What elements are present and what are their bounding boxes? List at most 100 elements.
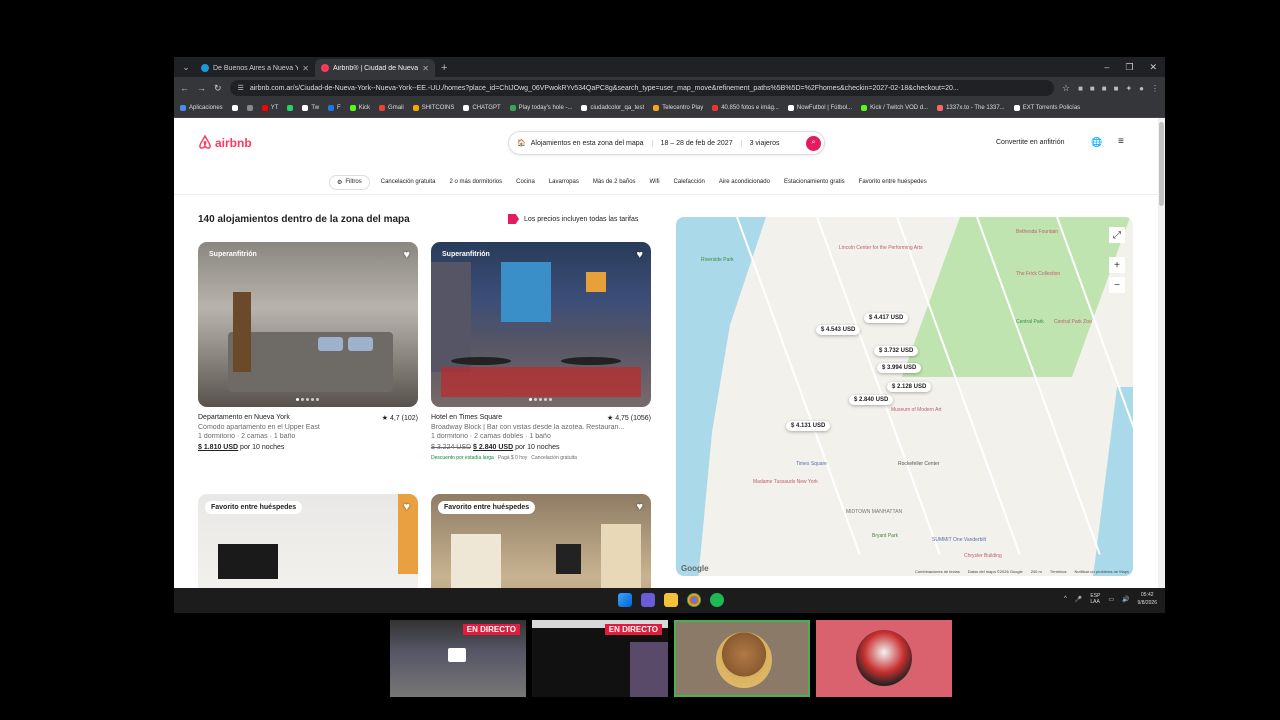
forward-icon[interactable]: → xyxy=(197,83,206,93)
chrome-menu-icon[interactable]: ⋮ xyxy=(1151,84,1159,93)
filter-chip[interactable]: Favorito entre huéspedes xyxy=(852,176,934,188)
close-window-icon[interactable]: ✕ xyxy=(1149,62,1157,73)
poi-label[interactable]: Times Square xyxy=(796,461,827,467)
listing-card[interactable]: Superanfitrión ♥ Hotel en Times Square ★… xyxy=(431,242,651,461)
close-icon[interactable]: ✕ xyxy=(302,64,309,73)
filter-chip[interactable]: Más de 2 baños xyxy=(586,176,643,188)
poi-label[interactable]: Bryant Park xyxy=(872,533,898,539)
search-button-icon[interactable]: ⌕ xyxy=(806,135,821,151)
listing-photo[interactable]: Superanfitrión ♥ xyxy=(198,242,418,407)
restore-icon[interactable]: ❐ xyxy=(1125,62,1133,73)
search-guests[interactable]: 3 viajeros xyxy=(740,139,788,147)
bookmark-whatsapp[interactable] xyxy=(287,105,294,111)
tab-buenos-aires[interactable]: De Buenos Aires a Nueva York ✕ xyxy=(195,59,315,77)
price-pin[interactable]: $ 4.543 USD xyxy=(816,325,861,335)
extension-icon[interactable]: ■ xyxy=(1102,84,1107,93)
filter-chip[interactable]: Calefacción xyxy=(667,176,712,188)
filter-chip[interactable]: Lavarropas xyxy=(542,176,586,188)
profile-avatar-icon[interactable]: ● xyxy=(1139,84,1144,93)
price-value[interactable]: $ 2.840 USD xyxy=(473,444,513,451)
bookmark-1337x[interactable]: 1337x.to - The 1337... xyxy=(937,105,1005,111)
price-pin[interactable]: $ 2.128 USD xyxy=(887,382,932,392)
bookmark-star-icon[interactable]: ☆ xyxy=(1062,83,1070,94)
price-pin[interactable]: $ 2.840 USD xyxy=(849,395,894,405)
airbnb-logo[interactable]: airbnb xyxy=(198,135,252,150)
close-icon[interactable]: ✕ xyxy=(422,64,429,73)
poi-label[interactable]: Central Park xyxy=(1016,319,1044,325)
price-pin[interactable]: $ 4.417 USD xyxy=(864,313,909,323)
poi-label[interactable]: Museum of Modern Art xyxy=(891,407,942,413)
new-tab-icon[interactable]: + xyxy=(435,62,453,74)
copilot-icon[interactable] xyxy=(641,593,655,607)
filter-chip[interactable]: 2 o más dormitorios xyxy=(442,176,509,188)
site-info-icon[interactable]: ☰ xyxy=(238,84,244,92)
stream-thumbnail[interactable]: EN DIRECTO xyxy=(390,620,526,697)
bookmark-kick-vod[interactable]: Kick / Twitch VOD d... xyxy=(861,105,928,111)
microphone-icon[interactable]: 🎤 xyxy=(1075,596,1082,603)
become-host-link[interactable]: Convertite en anfitrión xyxy=(996,139,1064,146)
bookmark-icon-only[interactable] xyxy=(231,105,238,111)
scrollbar-thumb[interactable] xyxy=(1159,122,1164,206)
map-scale[interactable]: 200 m xyxy=(1031,569,1042,574)
listing-card[interactable]: Favorito entre huéspedes ♥ xyxy=(198,494,418,588)
bookmark-apps[interactable]: Aplicaciones xyxy=(180,105,223,111)
bookmark-fotos[interactable]: 40.850 fotos e imág... xyxy=(712,105,779,111)
participant-tile[interactable] xyxy=(816,620,952,697)
filter-chip[interactable]: Aire acondicionado xyxy=(712,176,777,188)
map[interactable]: Lincoln Center for the Performing Arts R… xyxy=(676,217,1133,576)
extension-icon[interactable]: ■ xyxy=(1114,84,1119,93)
map-footer-link[interactable]: Términos xyxy=(1050,569,1067,574)
stream-thumbnail[interactable]: EN DIRECTO xyxy=(532,620,668,697)
price-pin[interactable]: $ 3.732 USD xyxy=(874,346,919,356)
poi-label[interactable]: Bethesda Fountain xyxy=(1016,229,1058,235)
bookmark-kick[interactable]: Kick xyxy=(349,105,370,111)
language-indicator[interactable]: ESP LAA xyxy=(1090,593,1100,605)
bookmark-f[interactable]: F xyxy=(328,105,341,111)
filter-chip[interactable]: Estacionamiento gratis xyxy=(777,176,852,188)
bookmark-ext-torrents[interactable]: EXT Torrents Policías xyxy=(1013,105,1080,111)
poi-label[interactable]: Rockefeller Center xyxy=(898,461,939,467)
heart-icon[interactable]: ♥ xyxy=(636,501,643,513)
bookmark-ciudadcolor[interactable]: ciudadcolor_qa_test xyxy=(581,105,644,111)
listing-photo[interactable]: Favorito entre huéspedes ♥ xyxy=(198,494,418,588)
filter-chip[interactable]: Cocina xyxy=(509,176,542,188)
price-value[interactable]: $ 1.810 USD xyxy=(198,444,238,451)
chrome-icon[interactable] xyxy=(687,593,701,607)
page-scrollbar[interactable] xyxy=(1158,118,1165,588)
spotify-icon[interactable] xyxy=(710,593,724,607)
file-explorer-icon[interactable] xyxy=(664,593,678,607)
filter-chip[interactable]: Wifi xyxy=(643,176,667,188)
search-where[interactable]: 🏠 Alojamientos en esta zona del mapa xyxy=(509,139,652,148)
poi-label[interactable]: The Frick Collection xyxy=(1016,271,1060,277)
url-input[interactable]: ☰ airbnb.com.ar/s/Ciudad-de-Nueva-York--… xyxy=(229,80,1054,96)
poi-label[interactable]: Riverside Park xyxy=(701,257,734,263)
network-icon[interactable]: ▭ xyxy=(1108,596,1114,603)
bookmark-yt[interactable]: YT xyxy=(261,105,278,111)
filters-button[interactable]: ⚙ Filtros xyxy=(329,174,370,190)
language-globe-icon[interactable]: 🌐 xyxy=(1091,137,1102,148)
listing-card[interactable]: Favorito entre huéspedes ♥ xyxy=(431,494,651,588)
heart-icon[interactable]: ♥ xyxy=(403,249,410,261)
poi-label[interactable]: Lincoln Center for the Performing Arts xyxy=(839,245,923,251)
chevron-up-icon[interactable]: ^ xyxy=(1064,596,1067,602)
poi-label[interactable]: Chrysler Building xyxy=(964,553,1002,559)
bookmark-play-hole[interactable]: Play today's hole -... xyxy=(509,105,572,111)
listing-photo[interactable]: Favorito entre huéspedes ♥ xyxy=(431,494,651,588)
filter-chip[interactable]: Cancelación gratuita xyxy=(374,176,443,188)
participant-tile[interactable] xyxy=(674,620,810,697)
price-pin[interactable]: $ 3.994 USD xyxy=(877,363,922,373)
price-pin[interactable]: $ 4.131 USD xyxy=(786,421,831,431)
clock[interactable]: 05:42 9/8/2026 xyxy=(1138,591,1157,607)
bookmark-tw[interactable]: Tw xyxy=(302,105,319,111)
extension-icon[interactable]: ■ xyxy=(1078,84,1083,93)
zoom-out-button[interactable]: − xyxy=(1109,277,1125,293)
minimize-icon[interactable]: – xyxy=(1104,62,1109,73)
extensions-puzzle-icon[interactable]: ✦ xyxy=(1125,84,1132,93)
poi-label[interactable]: Madame Tussauds New York xyxy=(753,479,818,485)
listing-card[interactable]: Superanfitrión ♥ Departamento en Nueva Y… xyxy=(198,242,418,451)
zoom-in-button[interactable]: + xyxy=(1109,257,1125,273)
bookmark-nowfutbol[interactable]: NowFutbol | Fútbol... xyxy=(787,105,852,111)
map-footer-link[interactable]: Notificar un problema de Maps xyxy=(1075,569,1129,574)
bookmark-gmail[interactable]: Gmail xyxy=(379,105,404,111)
search-bar[interactable]: 🏠 Alojamientos en esta zona del mapa 18 … xyxy=(508,131,825,155)
